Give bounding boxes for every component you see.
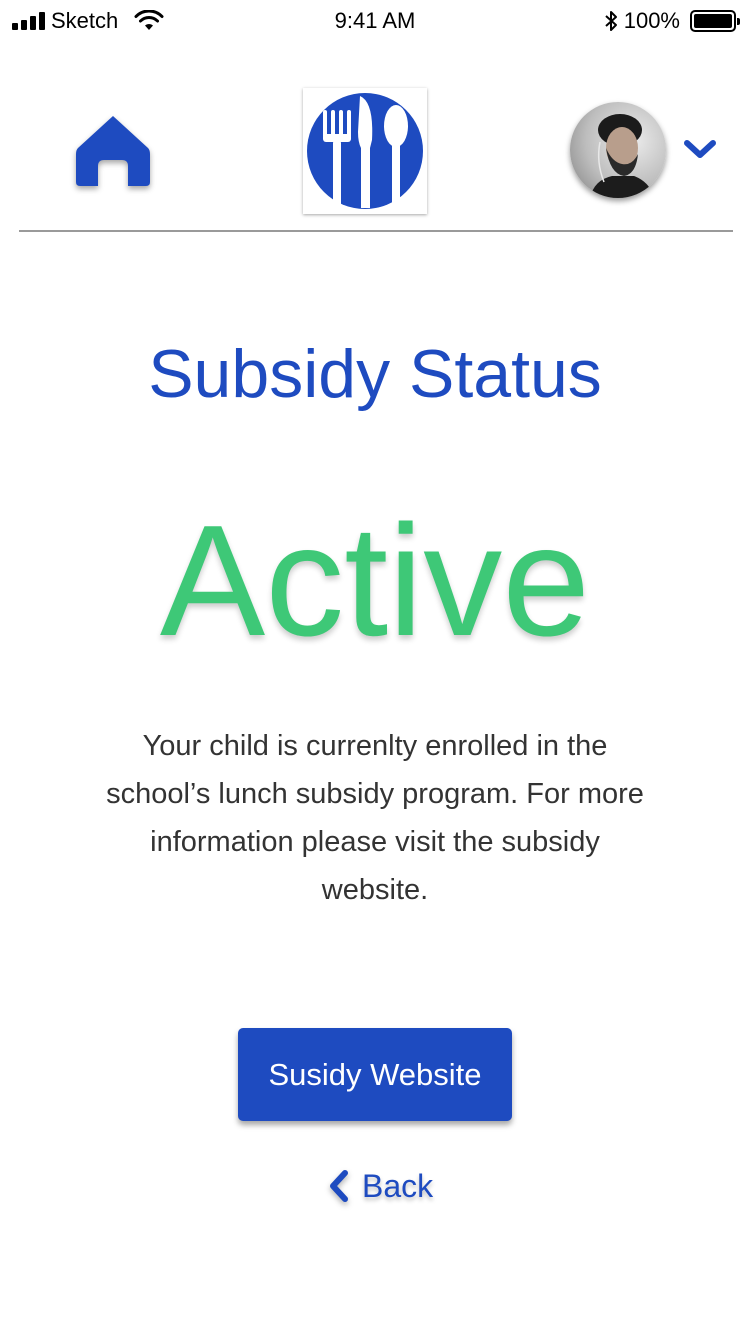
subsidy-status-screen: Sketch 9:41 AM 100% Subsidy Status Activ… (0, 0, 750, 1334)
status-bar-right: 100% (604, 8, 740, 34)
home-button[interactable] (74, 112, 152, 190)
status-description: Your child is currenlty enrolled in the … (106, 730, 644, 906)
user-avatar[interactable] (570, 102, 666, 198)
battery-level-fill (694, 14, 732, 28)
header-divider (19, 230, 733, 232)
status-bar: Sketch 9:41 AM 100% (0, 0, 750, 40)
bluetooth-icon (605, 11, 617, 31)
back-label: Back (362, 1167, 434, 1204)
chevron-down-icon[interactable] (682, 136, 718, 162)
fork-knife-spoon-logo (307, 93, 423, 209)
page-title: Subsidy Status (148, 336, 602, 412)
battery-icon (690, 10, 740, 32)
battery-percent: 100% (623, 8, 680, 33)
app-logo[interactable] (303, 88, 427, 214)
subsidy-status-value: Active (159, 493, 591, 669)
home-icon (76, 116, 150, 186)
back-link[interactable]: Back (328, 1158, 433, 1214)
user-photo (590, 114, 654, 198)
subsidy-website-button[interactable]: Susidy Website (238, 1028, 512, 1121)
chevron-left-icon (330, 1170, 348, 1202)
